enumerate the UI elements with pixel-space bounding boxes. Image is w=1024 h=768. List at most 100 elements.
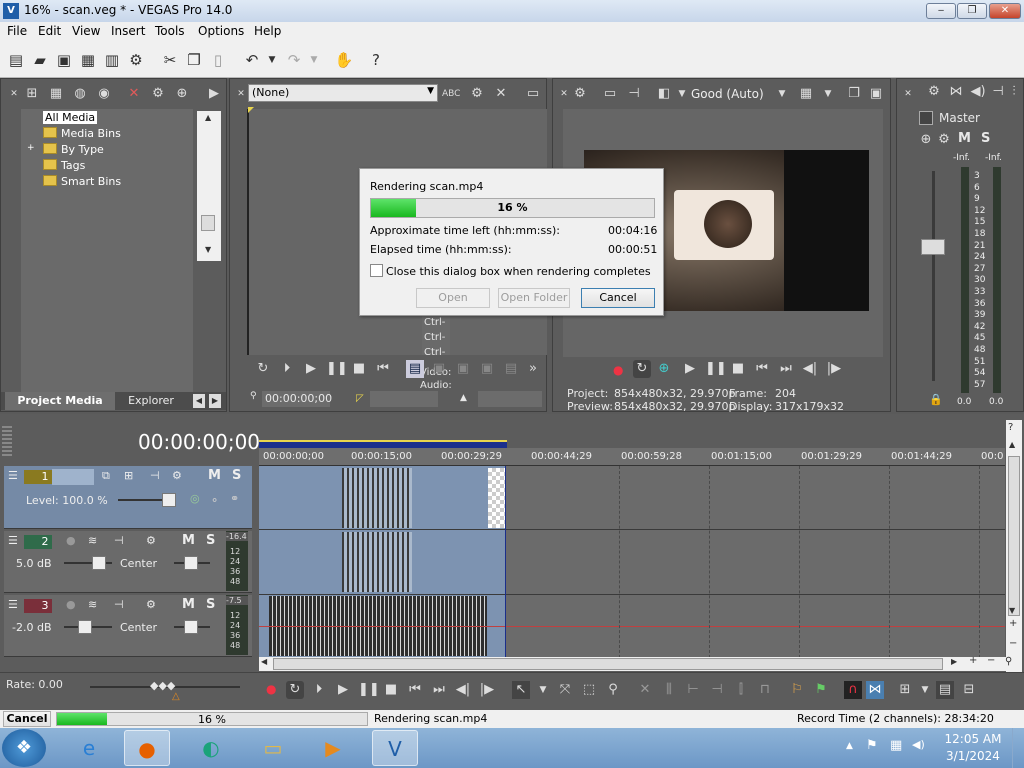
track-fx-icon[interactable]: ⊞ (124, 469, 133, 482)
preview-quality[interactable]: Good (Auto) (691, 85, 764, 103)
play-from-start-icon[interactable]: ⏵ (310, 681, 328, 699)
taskbar-media-player-icon[interactable]: ▶ (310, 730, 356, 766)
overlays-grid-icon[interactable]: ▦ (797, 85, 815, 103)
pause-icon[interactable]: ❚❚ (705, 360, 727, 378)
downmix-icon[interactable]: ⋈ (947, 83, 965, 101)
start-button[interactable]: ❖ (2, 729, 46, 767)
mixer-icon[interactable]: ⫶ (1005, 83, 1023, 101)
loop-region-bar[interactable] (259, 440, 507, 448)
trim-start-icon[interactable]: ⊢ (684, 681, 702, 699)
delete-icon[interactable]: ✕ (636, 681, 654, 699)
spellcheck-icon[interactable]: ABC (442, 85, 460, 103)
menu-edit[interactable]: Edit (38, 24, 61, 38)
tree-expand-icon[interactable]: + (27, 143, 35, 153)
menu-view[interactable]: View (72, 24, 100, 38)
stop-icon[interactable]: ■ (350, 360, 368, 378)
menu-file[interactable]: File (7, 24, 27, 38)
tab-scroll-left-icon[interactable]: ◀ (193, 394, 205, 408)
trim-option-icon[interactable]: ▤ (502, 360, 520, 378)
tab-project-media[interactable]: Project Media (5, 392, 115, 410)
next-frame-icon[interactable]: |▶ (825, 360, 843, 378)
lock-icon[interactable]: ⊓ (756, 681, 774, 699)
track-solo-button[interactable]: S (206, 533, 215, 548)
open-icon[interactable]: ▰ (30, 50, 50, 70)
lock-icon[interactable]: 🔒 (929, 393, 943, 406)
zoom-icon[interactable]: ▲ (460, 393, 467, 403)
marker-insert-icon[interactable]: ⚐ (788, 681, 806, 699)
menu-insert[interactable]: Insert (111, 24, 145, 38)
chevron-down-icon[interactable]: ▼ (916, 681, 934, 699)
arm-record-icon[interactable]: ● (66, 598, 76, 611)
track-motion-icon[interactable]: ⧉ (102, 469, 110, 483)
go-start-icon[interactable]: ⏮ (406, 681, 424, 699)
region-insert-icon[interactable]: ⚑ (812, 681, 830, 699)
zoom-tool-icon[interactable]: ⚲ (1005, 656, 1012, 667)
track-settings-icon[interactable]: ⚙ (146, 534, 156, 547)
video-event-transparent[interactable] (488, 468, 505, 528)
panel-close-icon[interactable]: ✕ (5, 85, 23, 103)
tab-explorer[interactable]: Explorer (119, 392, 183, 410)
master-fx-icon[interactable]: ⊕ (917, 131, 935, 149)
pan-slider-thumb[interactable] (184, 620, 198, 634)
undo-dropdown-icon[interactable]: ▼ (262, 50, 282, 70)
play-icon[interactable]: ▶ (302, 360, 320, 378)
pan-slider-thumb[interactable] (184, 556, 198, 570)
trim-option-icon[interactable]: ▣ (430, 360, 448, 378)
parent-composite-icon[interactable]: ◎ (190, 492, 200, 505)
close-when-done-checkbox[interactable] (370, 264, 383, 277)
preview-device-icon[interactable]: ▭ (601, 85, 619, 103)
scroll-left-icon[interactable]: ◀ (261, 657, 267, 666)
audio-icon[interactable]: ◀) (969, 83, 987, 101)
track-fx-icon[interactable]: ⊣ (114, 598, 124, 611)
go-end-icon[interactable]: ⏭ (430, 681, 448, 699)
track-settings-icon[interactable]: ⚙ (146, 598, 156, 611)
remove-media-icon[interactable]: ✕ (125, 85, 143, 103)
cancel-render-status-button[interactable]: Cancel (3, 711, 51, 727)
composite-child-icon[interactable]: ⚬ (210, 494, 219, 507)
preview-settings-icon[interactable]: ⚙ (571, 85, 589, 103)
chevron-down-icon[interactable]: ▼ (673, 85, 691, 103)
auto-ripple-icon[interactable]: ⊞ (896, 681, 914, 699)
minimize-button[interactable]: ‒ (926, 3, 956, 19)
track-minimize-icon[interactable]: ☰ (8, 598, 18, 611)
scroll-up-icon[interactable]: ▲ (1009, 440, 1015, 449)
track-header-video-1[interactable]: ☰ 1 ⧉ ⊞ ⊣ ⚙ M S Level: 100.0 % ◎ ⚬ ⚭ (4, 466, 252, 529)
stop-icon[interactable]: ■ (729, 360, 747, 378)
clock-date[interactable]: 3/1/2024 (944, 749, 1002, 763)
trimmer-dropdown[interactable]: (None) ▼ (248, 84, 438, 102)
action-center-flag-icon[interactable]: ⚑ (866, 738, 878, 753)
zoom-out-icon[interactable]: − (987, 655, 995, 666)
master-fader-thumb[interactable] (921, 239, 945, 255)
taskbar-app-green-icon[interactable]: ◐ (188, 730, 234, 766)
taskbar-internet-explorer-icon[interactable]: e (66, 730, 112, 766)
compositing-mode-icon[interactable]: ⊣ (150, 469, 160, 482)
track-header-audio-3[interactable]: ☰ 3 ● ≋ ⊣ ⚙ M S -2.0 dB Center -7.5 12 2… (4, 595, 252, 657)
sync-icon[interactable]: ⊕ (655, 360, 673, 378)
save-as-icon[interactable]: ▦ (78, 50, 98, 70)
timeline-hscrollbar[interactable]: ◀ ▶ + − ⚲ (259, 655, 1022, 671)
trimmer-settings-icon[interactable]: ⚙ (468, 85, 486, 103)
tree-item-smart-bins[interactable]: Smart Bins (43, 175, 121, 188)
zoom-in-icon[interactable]: + (969, 655, 977, 666)
loop-playback-icon[interactable]: ↻ (633, 360, 651, 378)
selection-tool-icon[interactable]: ⬚ (580, 681, 598, 699)
go-start-icon[interactable]: ⏮ (753, 360, 771, 378)
play-icon[interactable]: ▶ (334, 681, 352, 699)
snapping-icon[interactable]: ∩ (844, 681, 862, 699)
new-project-icon[interactable]: ▤ (6, 50, 26, 70)
track-header-audio-2[interactable]: ☰ 2 ● ≋ ⊣ ⚙ M S 5.0 dB Center -16.4 12 2… (4, 531, 252, 593)
master-solo-button[interactable]: S (981, 131, 990, 146)
trim-end-icon[interactable]: ⊣ (708, 681, 726, 699)
track-mute-button[interactable]: M (182, 533, 195, 548)
trimmer-clear-icon[interactable]: ✕ (492, 85, 510, 103)
snap-icon[interactable]: ? (1008, 422, 1013, 433)
trim-option-icon[interactable]: ▣ (478, 360, 496, 378)
track-solo-button[interactable]: S (206, 597, 215, 612)
track-fx-icon[interactable]: ⊣ (114, 534, 124, 547)
stop-icon[interactable]: ■ (382, 681, 400, 699)
track-solo-button[interactable]: S (232, 468, 241, 483)
lock-envelopes-icon[interactable]: ▤ (936, 681, 954, 699)
hand-edit-tool-icon[interactable]: ✋ (334, 50, 354, 70)
tray-expand-icon[interactable]: ▲ (846, 741, 853, 751)
play-icon[interactable]: ▶ (681, 360, 699, 378)
